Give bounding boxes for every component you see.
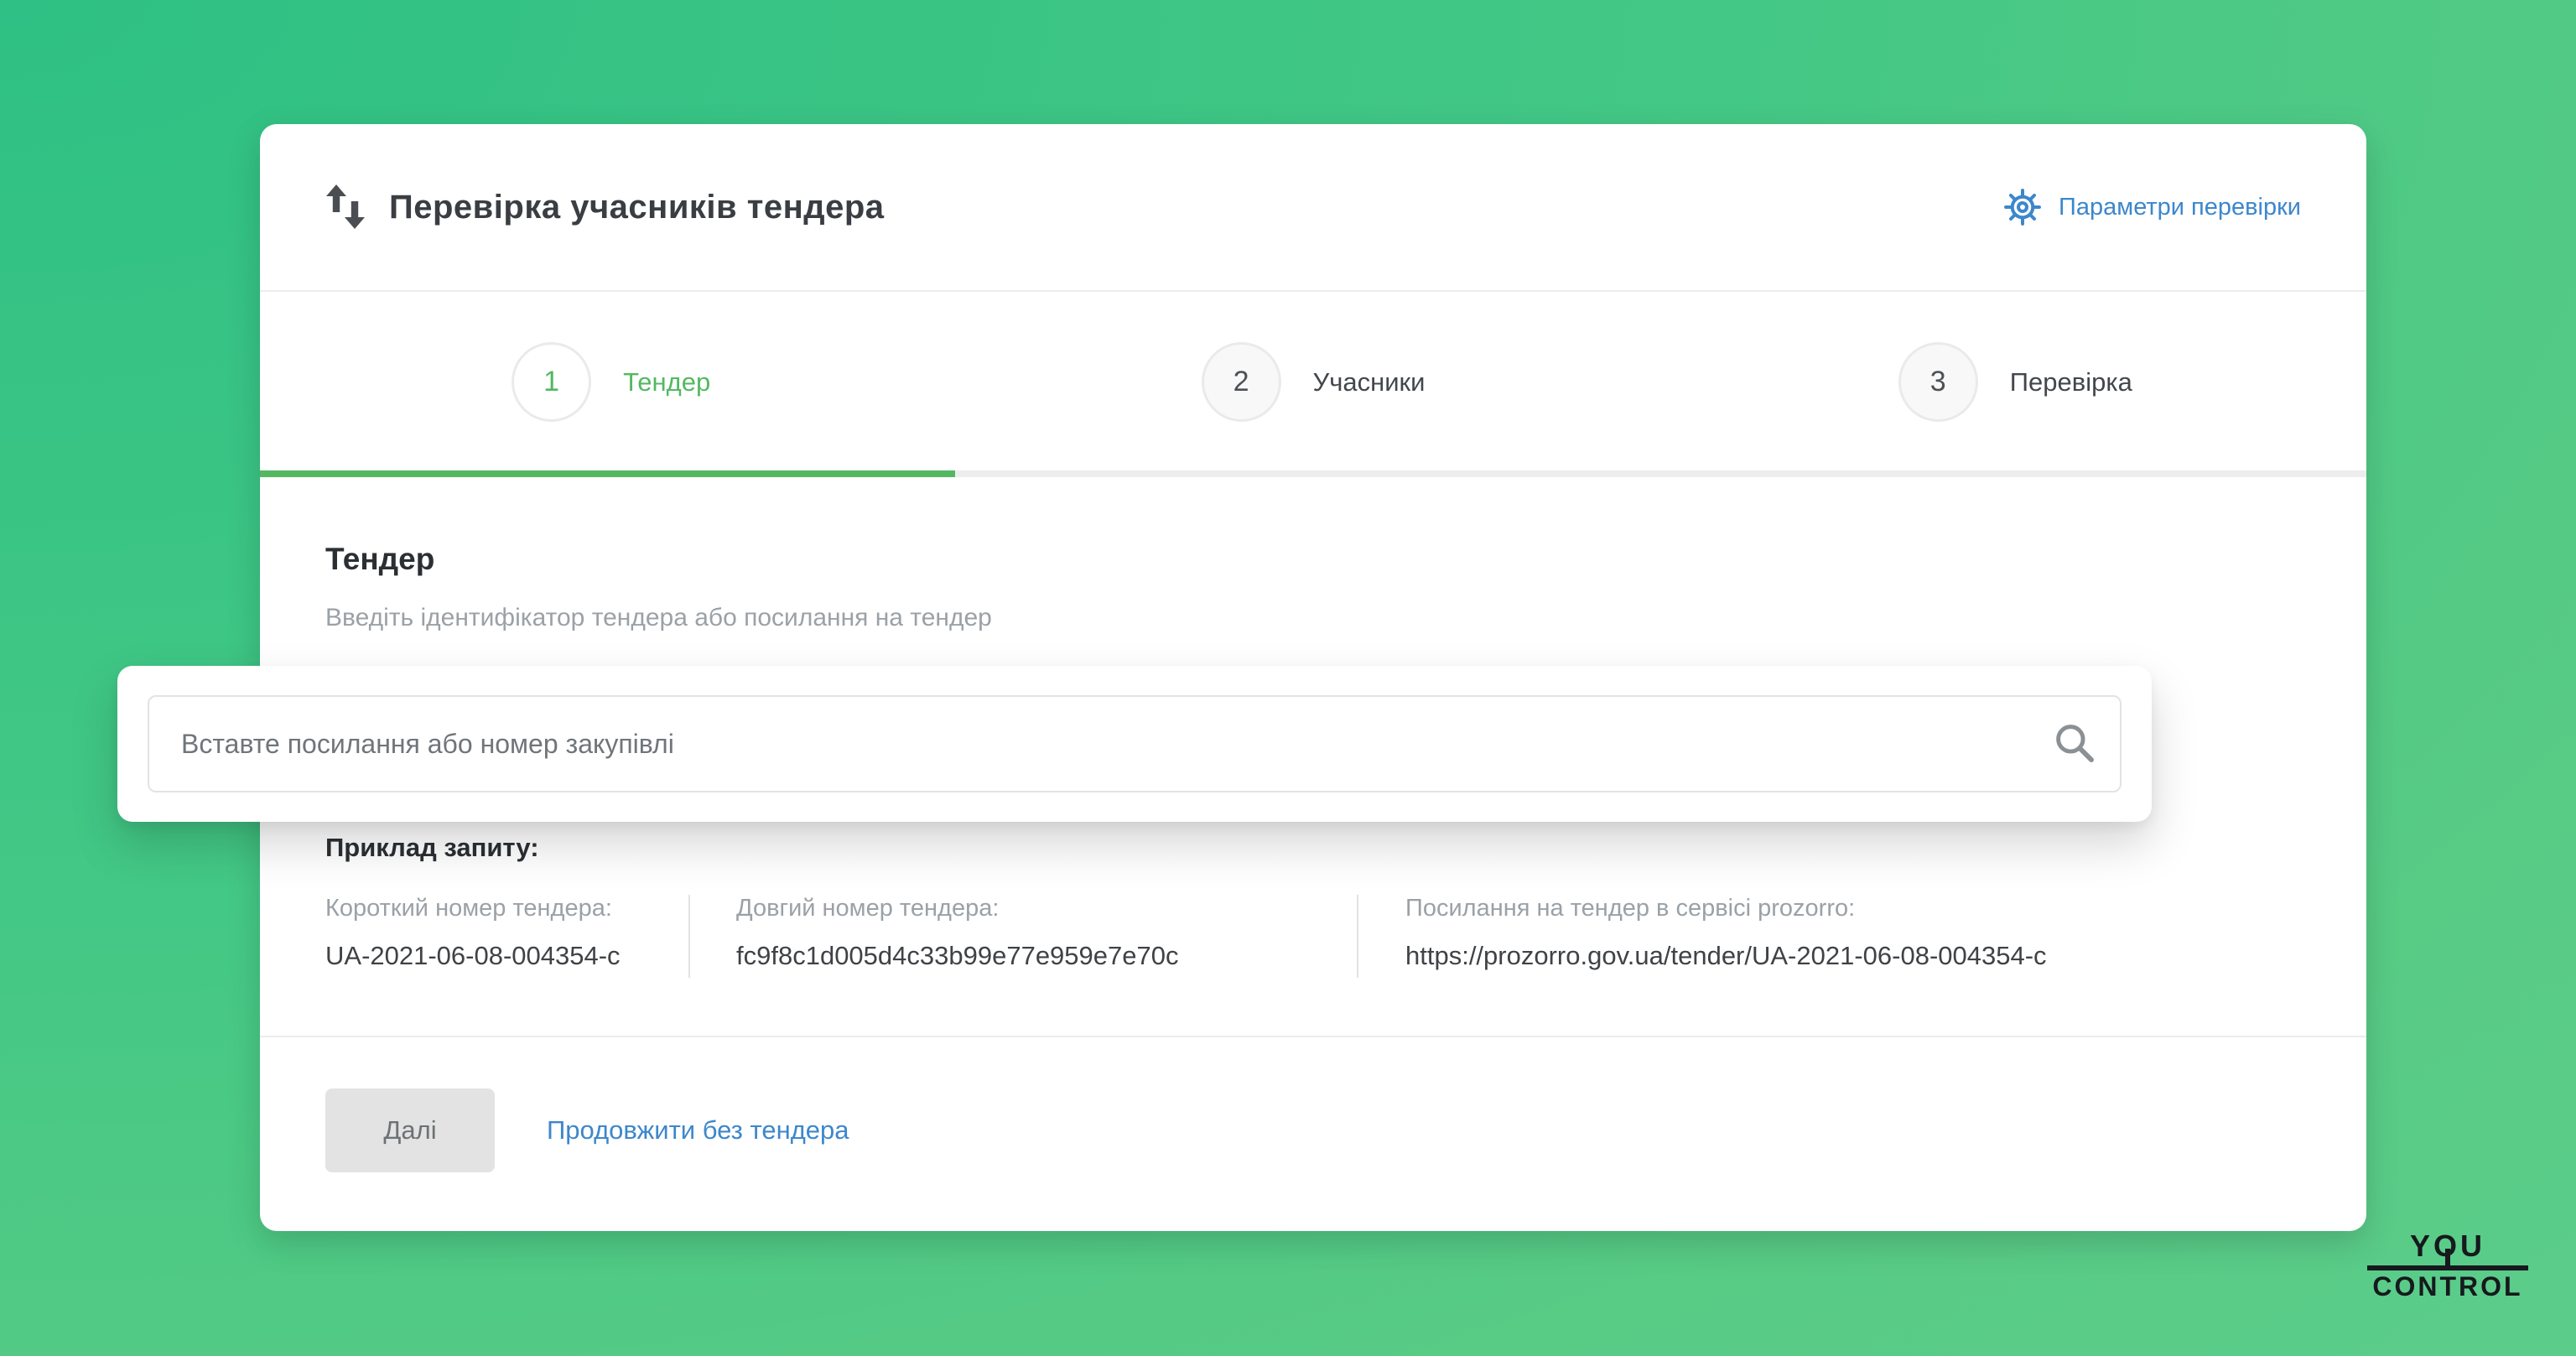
steps-progress-track (260, 470, 2366, 477)
example-short-number: Короткий номер тендера: UA-2021-06-08-00… (325, 895, 690, 978)
steps-progress-fill (260, 470, 955, 477)
step-label: Учасники (1313, 367, 1426, 397)
tender-section-description: Введіть ідентифікатор тендера або посила… (325, 604, 992, 632)
step-tab-tender[interactable]: 1 Тендер (260, 294, 962, 470)
step-number: 2 (1202, 342, 1281, 422)
logo-bar (2367, 1265, 2528, 1270)
example-value: UA-2021-06-08-004354-c (325, 941, 655, 971)
step-number: 3 (1898, 342, 1978, 422)
step-label: Перевірка (2010, 367, 2132, 397)
step-tab-check[interactable]: 3 Перевірка (1665, 294, 2366, 470)
gear-icon (2003, 188, 2042, 226)
youcontrol-logo: YOU CONTROL (2367, 1231, 2528, 1300)
logo-t-stem (2445, 1249, 2450, 1270)
next-button[interactable]: Далі (325, 1088, 495, 1172)
footer-divider (260, 1036, 2366, 1037)
example-value: https://prozorro.gov.ua/tender/UA-2021-0… (1405, 941, 2301, 971)
card-footer: Далі Продовжити без тендера (325, 1088, 849, 1172)
search-popover (117, 666, 2152, 822)
example-value: fc9f8c1d005d4c33b99e77e959e7e70c (736, 941, 1323, 971)
step-number: 1 (512, 342, 591, 422)
check-parameters-label: Параметри перевірки (2059, 194, 2301, 221)
logo-control-text: CONTROL (2367, 1273, 2528, 1300)
check-parameters-link[interactable]: Параметри перевірки (2003, 188, 2301, 226)
title-wrap: Перевірка учасників тендера (325, 184, 885, 231)
example-label: Довгий номер тендера: (736, 895, 1323, 922)
page-background: Перевірка учасників тендера Параметри пе… (0, 0, 2576, 1356)
card-header: Перевірка учасників тендера Параметри пе… (260, 124, 2366, 292)
tender-section-heading: Тендер (325, 542, 434, 577)
steps-nav: 1 Тендер 2 Учасники 3 Перевірка (260, 294, 2366, 470)
page-title: Перевірка учасників тендера (389, 189, 885, 226)
transfer-arrows-icon (325, 184, 366, 231)
continue-without-tender-link[interactable]: Продовжити без тендера (547, 1115, 849, 1146)
example-long-number: Довгий номер тендера: fc9f8c1d005d4c33b9… (690, 895, 1358, 978)
search-icon[interactable] (2051, 720, 2098, 766)
example-label: Короткий номер тендера: (325, 895, 655, 922)
example-prozorro-link: Посилання на тендер в сервісі prozorro: … (1358, 895, 2301, 971)
examples-row: Короткий номер тендера: UA-2021-06-08-00… (325, 895, 2301, 978)
example-label: Посилання на тендер в сервісі prozorro: (1405, 895, 2301, 922)
step-label: Тендер (623, 367, 710, 397)
step-tab-participants[interactable]: 2 Учасники (962, 294, 1664, 470)
search-input[interactable] (148, 695, 2122, 792)
examples-heading: Приклад запиту: (325, 833, 2301, 863)
examples-block: Приклад запиту: Короткий номер тендера: … (325, 833, 2301, 978)
